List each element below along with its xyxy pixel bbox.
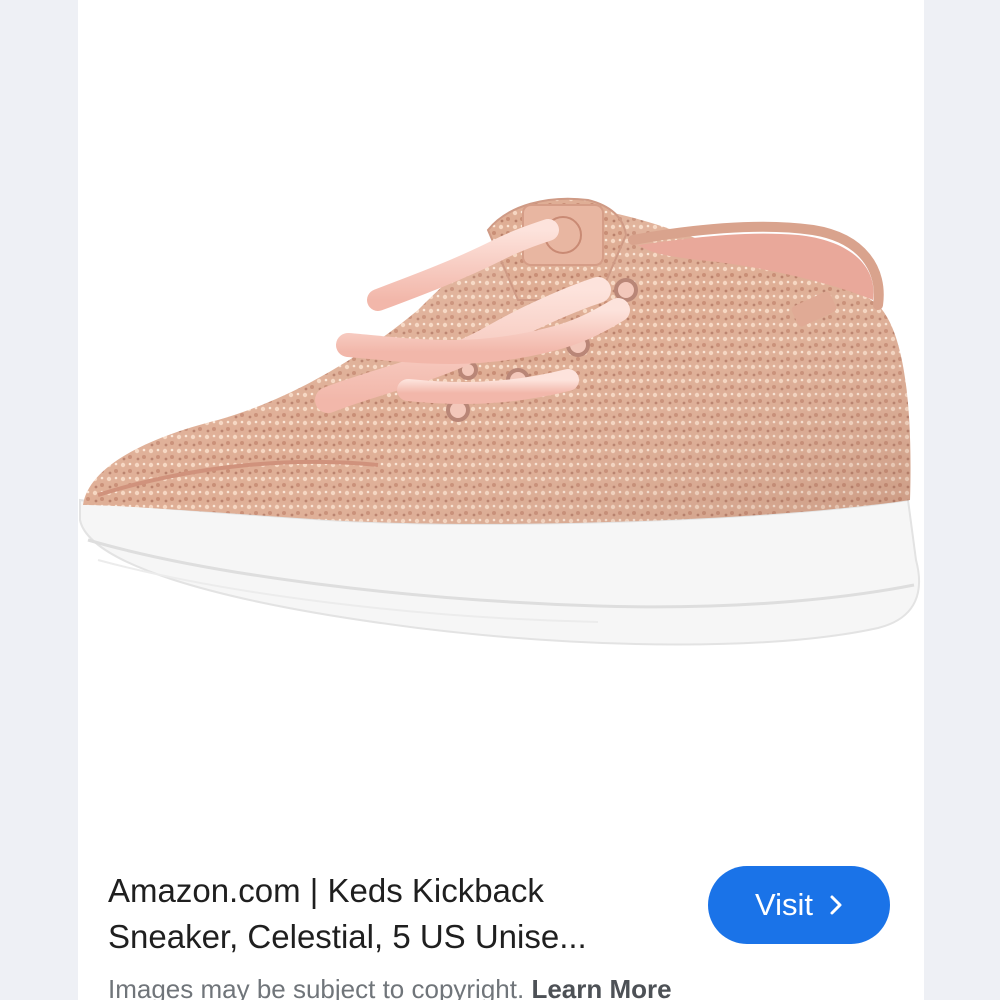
copyright-text: Images may be subject to copyright. bbox=[108, 974, 525, 1000]
image-preview-page: Amazon.com | Keds Kickback Sneaker, Cele… bbox=[0, 0, 1000, 1000]
chevron-right-icon bbox=[830, 895, 842, 915]
result-title[interactable]: Amazon.com | Keds Kickback Sneaker, Cele… bbox=[108, 868, 688, 960]
product-image[interactable] bbox=[78, 0, 924, 840]
previous-image-peek[interactable] bbox=[0, 0, 78, 1000]
learn-more-link[interactable]: Learn More bbox=[531, 974, 671, 1000]
visit-button-label: Visit bbox=[754, 887, 813, 922]
image-result-card: Amazon.com | Keds Kickback Sneaker, Cele… bbox=[78, 0, 924, 1000]
next-image-peek[interactable] bbox=[924, 0, 1000, 1000]
copyright-notice: Images may be subject to copyright. Lear… bbox=[108, 974, 672, 1000]
visit-button[interactable]: Visit bbox=[708, 866, 890, 944]
result-title-line-2[interactable]: Sneaker, Celestial, 5 US Unise... bbox=[108, 914, 688, 960]
result-title-line-1[interactable]: Amazon.com | Keds Kickback bbox=[108, 868, 688, 914]
sneaker-image bbox=[79, 197, 921, 646]
